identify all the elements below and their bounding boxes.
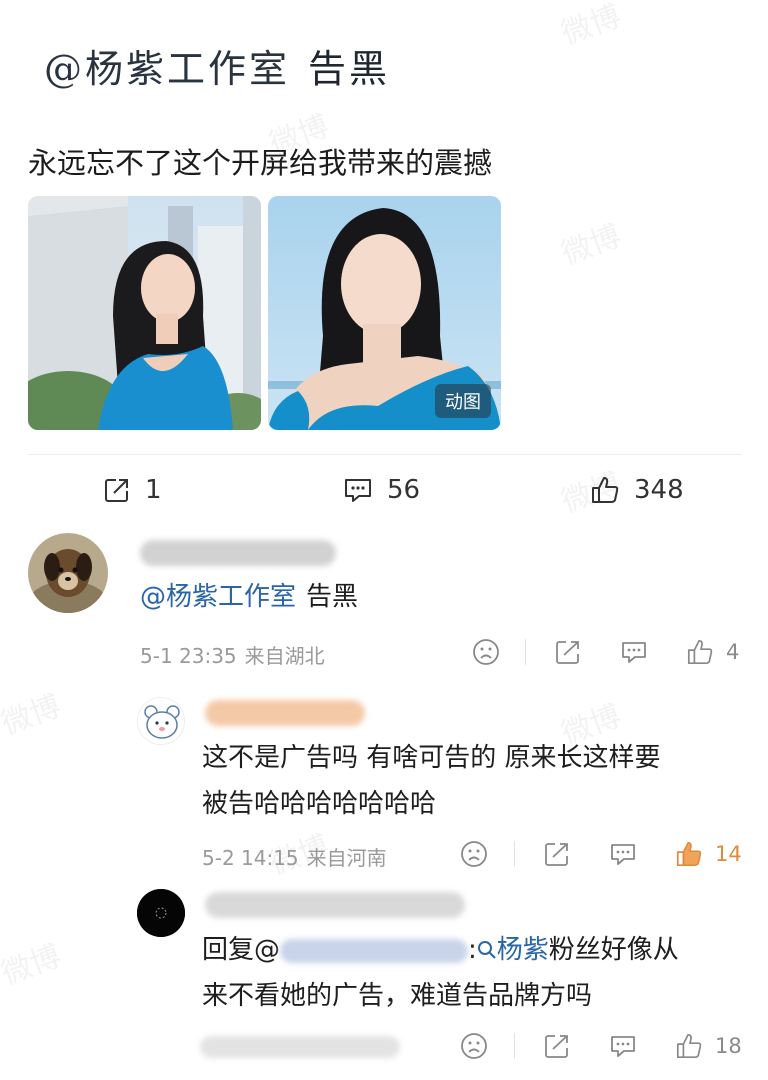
share-icon — [545, 843, 568, 866]
comment-text: @杨紫工作室 告黑 — [140, 574, 358, 620]
avatar[interactable] — [137, 697, 185, 745]
dog-avatar-icon — [28, 533, 108, 613]
overlay-mention: @杨紫工作室 — [44, 47, 291, 91]
comment-meta: 5-2 14:15 来自河南 — [202, 842, 387, 871]
blurred-username — [205, 892, 465, 918]
thumbs-up-icon — [676, 1033, 702, 1059]
comment-icon — [611, 844, 635, 865]
mention-link[interactable]: @杨紫工作室 — [140, 582, 296, 612]
reply-button[interactable] — [609, 1032, 637, 1060]
like-count: 348 — [634, 475, 684, 505]
comment-line: 回复@: 杨紫粉丝好像从 — [202, 927, 679, 973]
like-count: 4 — [726, 640, 740, 664]
frown-face-icon — [461, 841, 487, 867]
comment-icon — [622, 642, 646, 663]
avatar[interactable] — [28, 533, 108, 613]
mention-link: 杨紫 — [496, 935, 549, 965]
overlay-action: 告黑 — [308, 47, 391, 91]
like-button-active[interactable]: 14 — [675, 840, 742, 868]
reply-button[interactable] — [609, 840, 637, 868]
gif-badge: 动图 — [435, 384, 491, 418]
share-button[interactable] — [543, 840, 571, 868]
comment-location: 来自湖北 — [244, 644, 325, 668]
thumbs-up-icon — [592, 477, 619, 503]
comment-line: 被告哈哈哈哈哈哈哈 — [202, 789, 437, 819]
comment-icon — [345, 479, 371, 502]
comment-icon — [611, 1036, 635, 1057]
comment-text: 这不是广告吗 有啥可告的 原来长这样要 被告哈哈哈哈哈哈哈 — [202, 735, 661, 827]
watermark: 微博 — [0, 688, 66, 742]
watermark: 微博 — [557, 218, 626, 272]
like-button[interactable]: 18 — [675, 1032, 742, 1060]
dislike-button[interactable] — [460, 1032, 488, 1060]
share-button[interactable] — [554, 638, 582, 666]
comment-body: 粉丝好像从 — [548, 935, 679, 965]
divider — [28, 454, 742, 455]
comment-line: 来不看她的广告，难道告品牌方吗 — [202, 981, 593, 1011]
blurred-username — [140, 540, 336, 566]
comment-time: 5-1 23:35 — [140, 644, 237, 668]
search-topic-link[interactable]: 杨紫 — [477, 935, 549, 965]
share-button[interactable] — [543, 1032, 571, 1060]
post-text: 永远忘不了这个开屏给我带来的震撼 — [28, 146, 493, 180]
watermark: 微博 — [557, 0, 626, 52]
dislike-button[interactable] — [460, 840, 488, 868]
divider — [525, 639, 526, 665]
comment-line: 这不是广告吗 有啥可告的 原来长这样要 — [202, 743, 661, 773]
comment-time: 5-2 14:15 — [202, 846, 299, 870]
dislike-button[interactable] — [472, 638, 500, 666]
comment-body: 告黑 — [306, 582, 359, 612]
comment-location: 来自河南 — [306, 846, 387, 870]
divider — [514, 841, 515, 867]
divider — [514, 1033, 515, 1059]
bear-avatar-icon — [138, 698, 184, 744]
like-count: 18 — [715, 1034, 742, 1058]
avatar[interactable] — [137, 889, 185, 937]
post-image-1[interactable] — [28, 196, 261, 430]
overlay-title: @杨紫工作室 告黑 — [44, 38, 390, 93]
like-button[interactable]: 4 — [686, 638, 739, 666]
like-button[interactable]: 348 — [590, 470, 684, 510]
post-image-2[interactable]: 动图 — [268, 196, 501, 430]
comment-button[interactable]: 56 — [343, 470, 420, 510]
comment-count: 56 — [387, 475, 421, 505]
repost-count: 1 — [145, 475, 162, 505]
reply-prefix: 回复@ — [202, 935, 281, 965]
share-icon — [556, 641, 579, 664]
search-icon — [477, 941, 496, 959]
frown-face-icon — [461, 1033, 487, 1059]
comment-meta: 5-1 23:35 来自湖北 — [140, 640, 325, 669]
watermark: 微博 — [0, 938, 66, 992]
thumbs-up-icon — [687, 639, 713, 665]
blurred-username — [205, 700, 365, 726]
blurred-mention — [280, 938, 469, 963]
reply-colon: : — [468, 935, 477, 965]
woman-city-photo — [28, 196, 261, 430]
blurred-meta — [200, 1036, 400, 1058]
share-icon — [545, 1035, 568, 1058]
repost-icon — [105, 479, 128, 502]
thumbs-up-filled-icon — [676, 842, 702, 867]
like-count: 14 — [715, 842, 742, 866]
frown-face-icon — [473, 639, 499, 665]
dark-avatar-icon — [137, 889, 185, 937]
reply-button[interactable] — [620, 638, 648, 666]
comment-text: 回复@: 杨紫粉丝好像从 来不看她的广告，难道告品牌方吗 — [202, 927, 679, 1019]
repost-button[interactable]: 1 — [103, 470, 162, 510]
